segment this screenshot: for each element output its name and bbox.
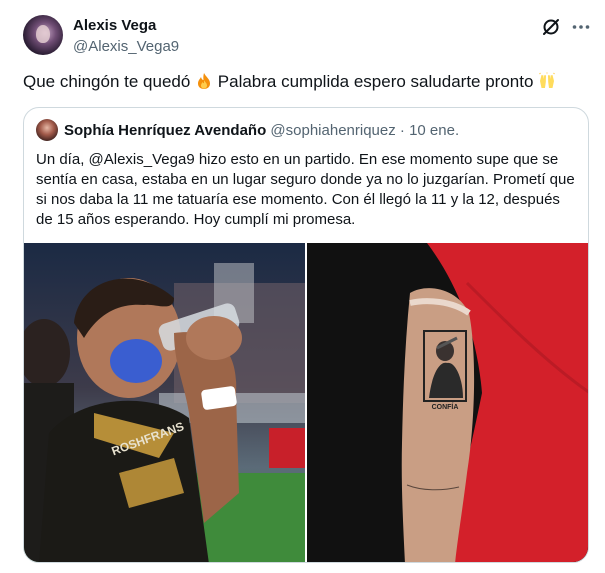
tattoo-caption: CONFÍA — [432, 402, 459, 411]
quoted-tweet[interactable]: Sophía Henríquez Avendaño @sophiahenriqu… — [23, 107, 589, 563]
tattoo-illustration: CONFÍA — [307, 243, 588, 562]
tattoo-photo[interactable]: CONFÍA — [307, 243, 588, 562]
tweet-text: Que chingón te quedó Palabra cumplida es… — [23, 70, 556, 94]
quoted-author-avatar — [36, 119, 58, 141]
fire-emoji — [198, 73, 211, 89]
tweet-text-part-1: Que chingón te quedó — [23, 72, 191, 91]
quoted-tweet-header: Sophía Henríquez Avendaño @sophiahenriqu… — [64, 122, 459, 139]
author-name[interactable]: Alexis Vega — [73, 17, 156, 34]
author-handle[interactable]: @Alexis_Vega9 — [73, 38, 179, 55]
quoted-date: 10 ene. — [409, 122, 460, 139]
tweet-text-part-2: Palabra cumplida espero saludarte pronto — [217, 72, 534, 91]
author-avatar[interactable] — [23, 15, 63, 55]
grok-icon[interactable] — [540, 16, 562, 38]
tweet: Alexis Vega @Alexis_Vega9 Que chingón te… — [0, 0, 605, 573]
quoted-tweet-text: Un día, @Alexis_Vega9 hizo esto en un pa… — [36, 151, 575, 228]
quoted-media: ROSHFRANS CONFÍA — [24, 243, 588, 562]
player-drinking-photo[interactable]: ROSHFRANS — [24, 243, 305, 562]
quoted-author-handle: @sophiahenriquez — [270, 122, 396, 139]
more-icon[interactable] — [570, 16, 592, 38]
raised-hands-emoji — [539, 72, 556, 88]
player-drinking-illustration: ROSHFRANS — [24, 243, 305, 562]
quoted-author-name: Sophía Henríquez Avendaño — [64, 122, 267, 139]
quoted-separator: · — [399, 122, 405, 139]
